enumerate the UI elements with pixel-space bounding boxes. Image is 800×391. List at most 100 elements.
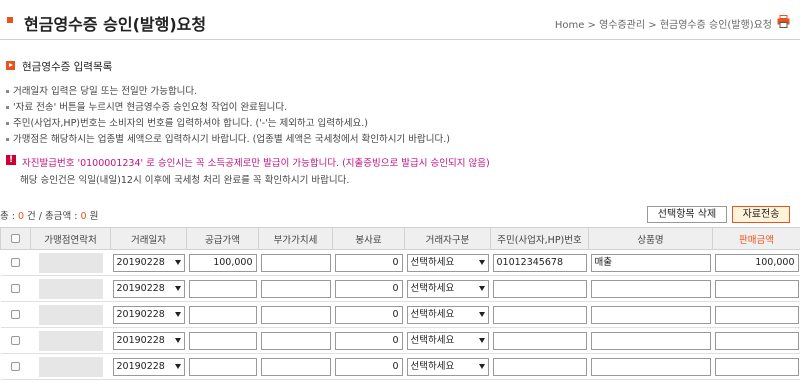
table-row: 20190228 0 선택하세요 (0, 327, 800, 354)
date-select[interactable]: 20190228 (112, 305, 185, 324)
date-select[interactable]: 20190228 (112, 357, 185, 376)
table-row: 20190228 0 선택하세요 (0, 353, 800, 380)
date-select[interactable]: 20190228 (112, 279, 185, 298)
date-select[interactable]: 20190228 (112, 253, 185, 272)
table-row: 20190228 100,000 0 선택하세요 01012345678 매출 … (0, 249, 800, 276)
trader-type-select[interactable]: 선택하세요 (406, 331, 489, 350)
id-number-input[interactable] (492, 279, 587, 298)
supply-amount-input[interactable] (188, 331, 257, 350)
sale-amount-input[interactable] (714, 305, 799, 324)
id-number-input[interactable] (492, 305, 587, 324)
product-name-input[interactable] (590, 305, 711, 324)
service-charge-input[interactable]: 0 (334, 331, 403, 350)
warning-subtext: 해당 승인건은 익일(내일)12시 이후에 국세청 처리 완료를 꼭 확인하시기… (20, 175, 350, 186)
delete-selected-button[interactable]: 선택항목 삭제 (647, 206, 727, 223)
chevron-down-icon (478, 337, 485, 343)
row-checkbox[interactable] (11, 309, 20, 319)
receipt-table: 가맹점연락처 거래일자 공급가액 부가가치세 봉사료 거래자구분 주민(사업자,… (0, 227, 800, 380)
notice-item: 주민(사업자,HP)번호는 소비자의 번호를 입력하셔야 합니다. ('-'는 … (6, 116, 450, 132)
warning-icon: ! (6, 155, 16, 165)
vat-input[interactable] (260, 357, 331, 376)
play-arrow-icon (6, 61, 15, 70)
vat-input[interactable] (260, 253, 331, 272)
id-number-input[interactable] (492, 331, 587, 350)
chevron-down-icon (478, 311, 485, 317)
product-name-input[interactable] (590, 279, 711, 298)
trader-type-select[interactable]: 선택하세요 (406, 357, 489, 376)
sale-amount-input[interactable] (714, 357, 799, 376)
bullet-icon (6, 90, 9, 93)
row-checkbox[interactable] (11, 257, 20, 267)
table-row: 20190228 0 선택하세요 (0, 301, 800, 328)
chevron-down-icon (174, 337, 181, 343)
chevron-down-icon (478, 363, 485, 369)
printer-icon[interactable] (777, 15, 790, 28)
trader-type-select[interactable]: 선택하세요 (406, 279, 489, 298)
chevron-down-icon (174, 363, 181, 369)
product-name-input[interactable] (590, 357, 711, 376)
select-all-header[interactable] (0, 227, 31, 250)
column-header: 가맹점연락처 (30, 227, 111, 250)
vat-input[interactable] (260, 279, 331, 298)
notice-item: '자료 전송' 버튼을 누르시면 현금영수증 승인요청 작업이 완료됩니다. (6, 100, 450, 116)
section-title: 현금영수증 입력목록 (22, 61, 113, 73)
merchant-phone-redacted (38, 252, 103, 273)
service-charge-input[interactable]: 0 (334, 253, 403, 272)
page-title: 현금영수증 승인(발행)요청 (24, 15, 207, 34)
service-charge-input[interactable]: 0 (334, 279, 403, 298)
column-header: 거래자구분 (404, 227, 491, 250)
table-row: 20190228 0 선택하세요 (0, 275, 800, 302)
supply-amount-input[interactable] (188, 305, 257, 324)
chevron-down-icon (478, 259, 485, 265)
column-header: 상품명 (588, 227, 713, 250)
column-header: 공급가액 (186, 227, 259, 250)
breadcrumb: Home > 영수증관리 > 현금영수증 승인(발행)요청 (554, 20, 772, 31)
merchant-phone-redacted (38, 356, 103, 377)
merchant-phone-redacted (38, 330, 103, 351)
merchant-phone-redacted (38, 278, 103, 299)
row-checkbox[interactable] (11, 361, 20, 371)
notice-item: 거래일자 입력은 당일 또는 전일만 가능합니다. (6, 84, 450, 100)
chevron-down-icon (174, 311, 181, 317)
table-header-row: 가맹점연락처 거래일자 공급가액 부가가치세 봉사료 거래자구분 주민(사업자,… (0, 227, 800, 250)
column-header: 부가가치세 (258, 227, 333, 250)
notice-item: 가맹점은 해당하시는 업종별 세액으로 입력하시기 바랍니다. (업종별 세액은… (6, 132, 450, 148)
sale-amount-input[interactable] (714, 331, 799, 350)
vat-input[interactable] (260, 305, 331, 324)
bullet-icon (6, 138, 9, 141)
chevron-down-icon (478, 285, 485, 291)
sale-amount-input[interactable]: 100,000 (714, 253, 799, 272)
select-all-checkbox[interactable] (11, 234, 20, 243)
column-header: 봉사료 (332, 227, 405, 250)
service-charge-input[interactable]: 0 (334, 357, 403, 376)
vat-input[interactable] (260, 331, 331, 350)
bullet-icon (6, 122, 9, 125)
column-header: 거래일자 (110, 227, 187, 250)
trader-type-select[interactable]: 선택하세요 (406, 253, 489, 272)
sale-amount-input[interactable] (714, 279, 799, 298)
product-name-input[interactable] (590, 331, 711, 350)
page-header: 현금영수증 승인(발행)요청 Home > 영수증관리 > 현금영수증 승인(발… (0, 0, 800, 40)
trader-type-select[interactable]: 선택하세요 (406, 305, 489, 324)
row-checkbox[interactable] (11, 283, 20, 293)
service-charge-input[interactable]: 0 (334, 305, 403, 324)
chevron-down-icon (174, 285, 181, 291)
column-header: 주민(사업자,HP)번호 (490, 227, 589, 250)
id-number-input[interactable] (492, 357, 587, 376)
notice-list: 거래일자 입력은 당일 또는 전일만 가능합니다. '자료 전송' 버튼을 누르… (6, 84, 450, 148)
supply-amount-input[interactable] (188, 279, 257, 298)
send-data-button[interactable]: 자료전송 (732, 206, 790, 223)
title-marker (7, 17, 13, 23)
id-number-input[interactable]: 01012345678 (492, 253, 587, 272)
bullet-icon (6, 106, 9, 109)
row-checkbox[interactable] (11, 335, 20, 345)
product-name-input[interactable]: 매출 (590, 253, 711, 272)
warning-text: 자진발급번호 '0100001234' 로 승인시는 꼭 소득공제로만 발급이 … (22, 158, 490, 169)
totals-summary: 총 : 0 건 / 총금액 : 0 원 (0, 211, 99, 222)
supply-amount-input[interactable] (188, 357, 257, 376)
chevron-down-icon (174, 259, 181, 265)
supply-amount-input[interactable]: 100,000 (188, 253, 257, 272)
date-select[interactable]: 20190228 (112, 331, 185, 350)
merchant-phone-redacted (38, 304, 103, 325)
column-header: 판매금액 (712, 227, 800, 250)
